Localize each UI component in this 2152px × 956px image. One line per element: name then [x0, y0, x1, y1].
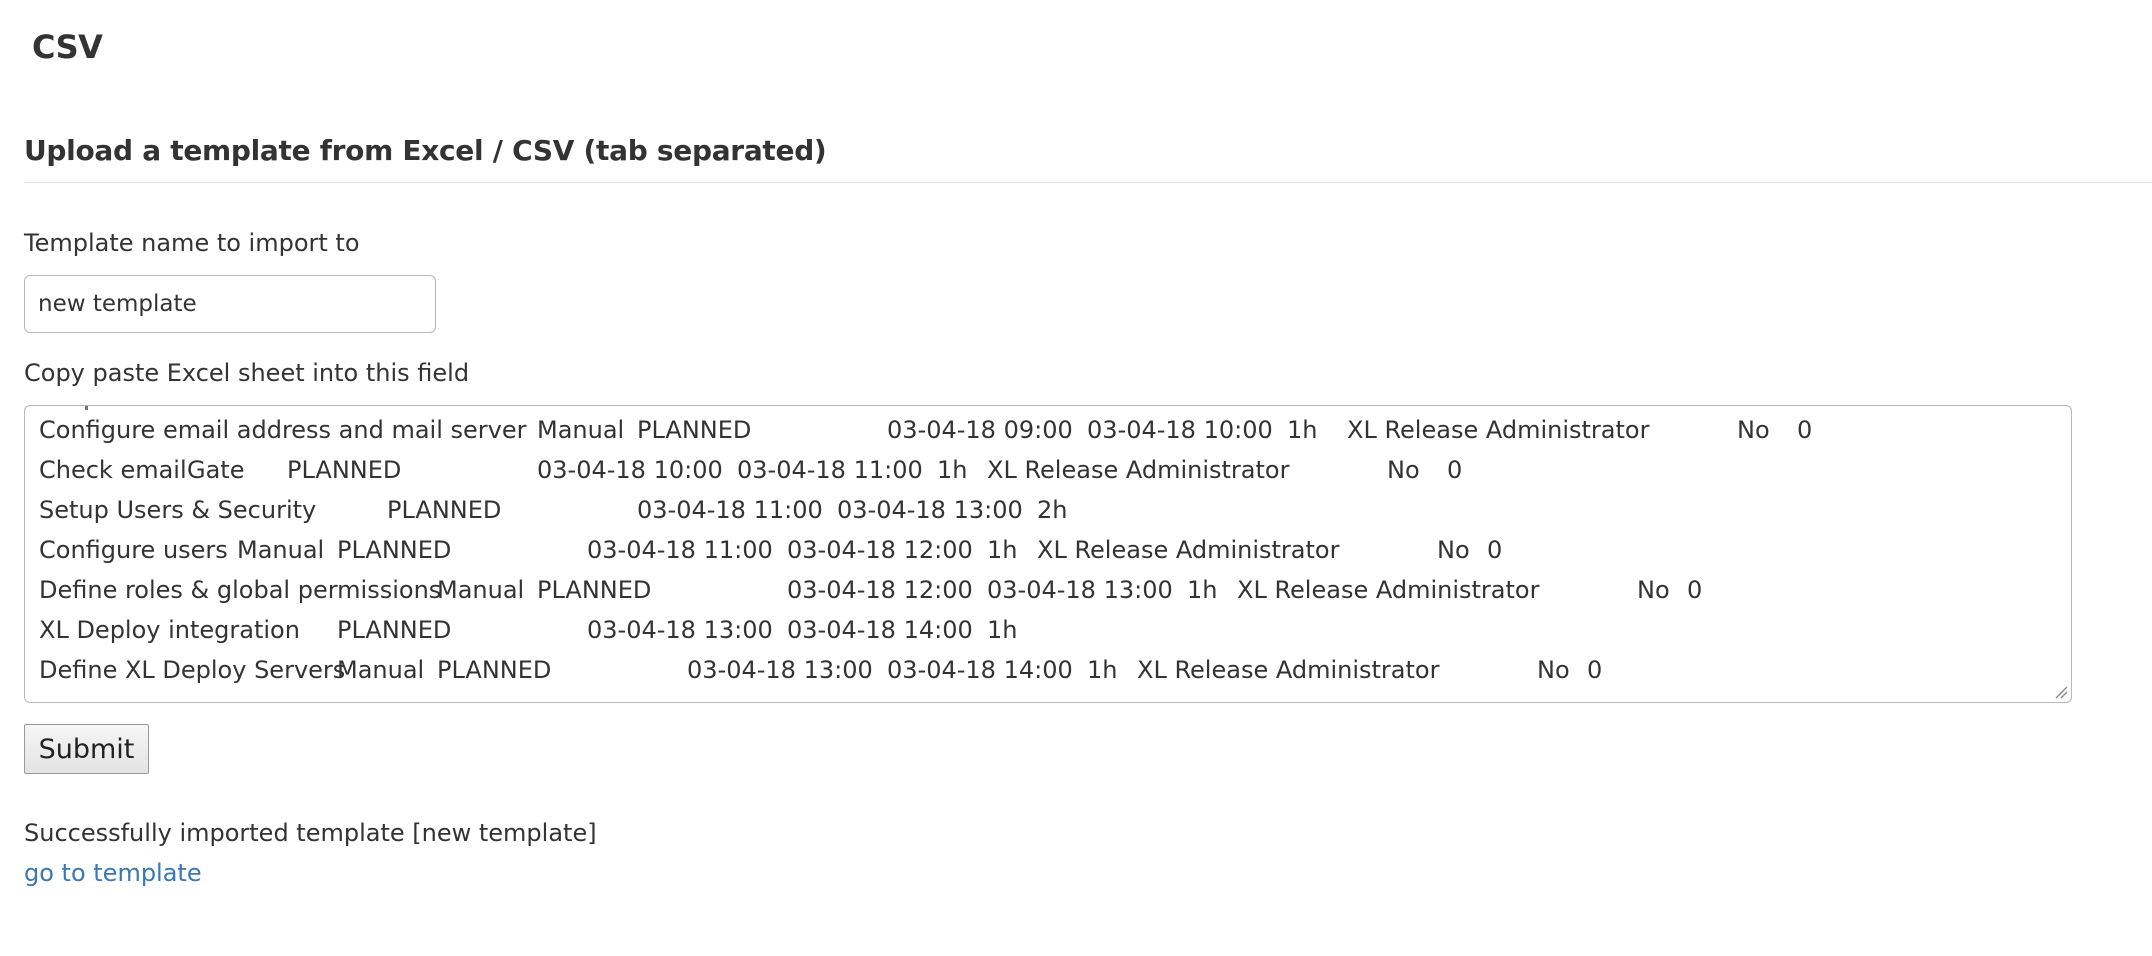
paste-cell: 03-04-18 14:00: [787, 616, 973, 644]
paste-cell: XL Release Administrator: [1237, 576, 1540, 604]
paste-cell: PLANNED: [337, 536, 452, 564]
paste-cell: 1h: [987, 536, 1018, 564]
paste-cell: XL Release Administrator: [1347, 416, 1650, 444]
paste-cell: PLANNED: [437, 656, 552, 684]
paste-cell: Define XL Deploy Servers: [39, 656, 346, 684]
paste-cell: 1h: [1187, 576, 1218, 604]
paste-cell: 0: [1797, 416, 1813, 444]
paste-cell: PLANNED: [287, 456, 402, 484]
paste-field-label: Copy paste Excel sheet into this field: [24, 359, 470, 387]
section-divider: [24, 182, 2152, 183]
paste-cell: No: [1387, 456, 1420, 484]
paste-cell: 03-04-18 11:00: [587, 536, 773, 564]
paste-cell: 03-04-18 14:00: [887, 656, 1073, 684]
paste-cell: 1h: [1287, 416, 1318, 444]
paste-cell: 03-04-18 13:00: [687, 656, 873, 684]
paste-cell: Check email: [39, 456, 187, 484]
paste-cell: Define roles & global permissions: [39, 576, 442, 604]
paste-cell: 03-04-18 09:00: [887, 416, 1073, 444]
page-title: CSV: [32, 28, 103, 66]
paste-cell: 1h: [937, 456, 968, 484]
paste-cell: 03-04-18 12:00: [787, 576, 973, 604]
scrolled-text-remnant: [85, 406, 88, 410]
paste-cell: PLANNED: [637, 416, 752, 444]
paste-cell: 03-04-18 11:00: [737, 456, 923, 484]
paste-cell: 1h: [1087, 656, 1118, 684]
paste-cell: 03-04-18 10:00: [1087, 416, 1273, 444]
paste-cell: XL Deploy integration: [39, 616, 300, 644]
paste-cell: No: [1737, 416, 1770, 444]
template-name-label: Template name to import to: [24, 229, 360, 257]
paste-cell: Gate: [187, 456, 245, 484]
paste-cell: PLANNED: [387, 496, 502, 524]
paste-cell: 03-04-18 13:00: [587, 616, 773, 644]
paste-cell: 0: [1587, 656, 1603, 684]
paste-cell: 2h: [1037, 496, 1068, 524]
paste-cell: XL Release Administrator: [987, 456, 1290, 484]
paste-cell: 03-04-18 13:00: [987, 576, 1173, 604]
status-message: Successfully imported template [new temp…: [24, 819, 597, 847]
paste-cell: PLANNED: [337, 616, 452, 644]
template-name-input[interactable]: [24, 275, 436, 333]
go-to-template-link[interactable]: go to template: [24, 859, 202, 887]
paste-cell: Manual: [337, 656, 425, 684]
resize-grip-icon[interactable]: [2054, 685, 2068, 699]
paste-cell: Configure email address and mail server: [39, 416, 527, 444]
paste-cell: Manual: [237, 536, 325, 564]
paste-cell: 03-04-18 11:00: [637, 496, 823, 524]
paste-cell: 0: [1687, 576, 1703, 604]
paste-cell: Configure users: [39, 536, 228, 564]
paste-cell: No: [1437, 536, 1470, 564]
paste-cell: 0: [1487, 536, 1503, 564]
paste-cell: No: [1537, 656, 1570, 684]
paste-textarea[interactable]: Configure email address and mail server M…: [24, 405, 2072, 703]
paste-cell: Manual: [437, 576, 525, 604]
paste-cell: XL Release Administrator: [1037, 536, 1340, 564]
paste-cell: No: [1637, 576, 1670, 604]
paste-cell: 0: [1447, 456, 1463, 484]
paste-cell: Manual: [537, 416, 625, 444]
paste-cell: Setup Users & Security: [39, 496, 317, 524]
paste-cell: 03-04-18 12:00: [787, 536, 973, 564]
paste-cell: XL Release Administrator: [1137, 656, 1440, 684]
paste-cell: 03-04-18 13:00: [837, 496, 1023, 524]
paste-cell: PLANNED: [537, 576, 652, 604]
submit-button[interactable]: Submit: [24, 724, 149, 774]
section-heading: Upload a template from Excel / CSV (tab …: [24, 134, 827, 167]
paste-cell: 1h: [987, 616, 1018, 644]
paste-cell: 03-04-18 10:00: [537, 456, 723, 484]
